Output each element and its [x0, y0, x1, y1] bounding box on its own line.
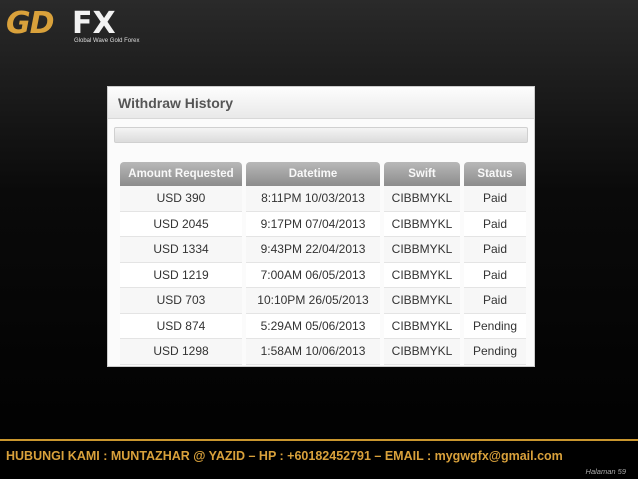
cell-status: Paid — [464, 237, 526, 263]
logo-gd-text: GD — [6, 6, 55, 41]
cell-amount: USD 2045 — [120, 211, 242, 237]
cell-status: Paid — [464, 186, 526, 212]
page-number: Halaman 59 — [585, 467, 626, 476]
cell-status: Paid — [464, 288, 526, 314]
cell-status: Paid — [464, 262, 526, 288]
table-row: USD 1219 7:00AM 06/05/2013 CIBBMYKL Paid — [120, 262, 526, 288]
cell-amount: USD 1334 — [120, 237, 242, 263]
footer-divider — [0, 439, 638, 441]
cell-status: Pending — [464, 313, 526, 339]
logo-fx-text: FX — [72, 6, 116, 41]
column-header-status[interactable]: Status — [464, 162, 526, 186]
cell-datetime: 8:11PM 10/03/2013 — [246, 186, 380, 212]
table-row: USD 874 5:29AM 05/06/2013 CIBBMYKL Pendi… — [120, 313, 526, 339]
table-header-row: Amount Requested Datetime Swift Status — [120, 162, 526, 186]
table-row: USD 2045 9:17PM 07/04/2013 CIBBMYKL Paid — [120, 211, 526, 237]
cell-amount: USD 1298 — [120, 339, 242, 365]
cell-amount: USD 390 — [120, 186, 242, 212]
withdraw-history-table: Amount Requested Datetime Swift Status U… — [116, 162, 530, 365]
panel-title: Withdraw History — [118, 95, 233, 111]
cell-amount: USD 703 — [120, 288, 242, 314]
column-header-amount[interactable]: Amount Requested — [120, 162, 242, 186]
cell-amount: USD 1219 — [120, 262, 242, 288]
cell-swift: CIBBMYKL — [384, 339, 460, 365]
cell-swift: CIBBMYKL — [384, 211, 460, 237]
column-header-datetime[interactable]: Datetime — [246, 162, 380, 186]
cell-datetime: 1:58AM 10/06/2013 — [246, 339, 380, 365]
table-row: USD 1334 9:43PM 22/04/2013 CIBBMYKL Paid — [120, 237, 526, 263]
cell-datetime: 9:43PM 22/04/2013 — [246, 237, 380, 263]
table-row: USD 703 10:10PM 26/05/2013 CIBBMYKL Paid — [120, 288, 526, 314]
cell-datetime: 10:10PM 26/05/2013 — [246, 288, 380, 314]
cell-swift: CIBBMYKL — [384, 237, 460, 263]
cell-swift: CIBBMYKL — [384, 262, 460, 288]
cell-status: Paid — [464, 211, 526, 237]
gdfx-logo: GD FX Global Wave Gold Forex — [6, 6, 146, 46]
cell-swift: CIBBMYKL — [384, 288, 460, 314]
panel-toolbar-bar — [114, 127, 528, 143]
table-row: USD 390 8:11PM 10/03/2013 CIBBMYKL Paid — [120, 186, 526, 212]
logo-tagline: Global Wave Gold Forex — [74, 38, 140, 44]
cell-swift: CIBBMYKL — [384, 313, 460, 339]
cell-amount: USD 874 — [120, 313, 242, 339]
panel-header: Withdraw History — [108, 87, 534, 119]
cell-datetime: 7:00AM 06/05/2013 — [246, 262, 380, 288]
cell-swift: CIBBMYKL — [384, 186, 460, 212]
table-row: USD 1298 1:58AM 10/06/2013 CIBBMYKL Pend… — [120, 339, 526, 365]
cell-datetime: 9:17PM 07/04/2013 — [246, 211, 380, 237]
contact-info: HUBUNGI KAMI : MUNTAZHAR @ YAZID – HP : … — [6, 449, 563, 463]
cell-status: Pending — [464, 339, 526, 365]
column-header-swift[interactable]: Swift — [384, 162, 460, 186]
withdraw-history-panel: Withdraw History Amount Requested Dateti… — [107, 86, 535, 367]
cell-datetime: 5:29AM 05/06/2013 — [246, 313, 380, 339]
